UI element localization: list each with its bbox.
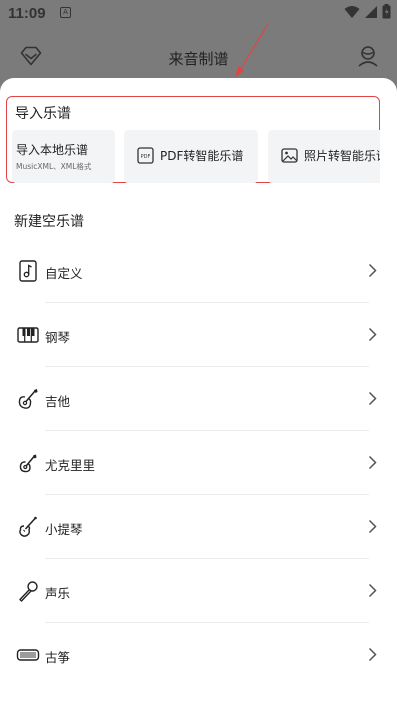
guitar-icon <box>16 387 40 411</box>
ukulele-icon <box>16 451 40 475</box>
chevron-right-icon <box>368 647 377 662</box>
pdf-to-score-card[interactable]: PDF PDF转智能乐谱 <box>124 130 258 183</box>
import-cards: 导入本地乐谱 MusicXML、XML格式 PDF PDF转智能乐谱 照片转智能… <box>12 130 380 183</box>
image-icon <box>281 147 298 168</box>
new-score-item-guzheng[interactable]: 古筝 <box>0 623 397 687</box>
chevron-right-icon <box>368 263 377 278</box>
music-note-icon <box>16 259 40 283</box>
new-score-item-label: 声乐 <box>45 586 71 601</box>
new-score-title: 新建空乐谱 <box>14 214 84 230</box>
new-score-item-label: 自定义 <box>45 266 83 281</box>
import-local-card[interactable]: 导入本地乐谱 MusicXML、XML格式 <box>12 130 115 183</box>
pdf-to-score-label: PDF转智能乐谱 <box>160 149 244 163</box>
microphone-icon <box>16 579 40 603</box>
svg-text:PDF: PDF <box>141 154 151 160</box>
photo-to-score-label: 照片转智能乐谱 <box>304 149 380 163</box>
bottom-sheet: 导入乐谱 导入本地乐谱 MusicXML、XML格式 PDF PDF转智能乐谱 … <box>0 78 397 705</box>
status-time: 11:09 <box>8 5 46 22</box>
new-score-item-label: 古筝 <box>45 650 71 665</box>
signal-icon <box>365 5 377 18</box>
new-score-item-label: 钢琴 <box>45 330 71 345</box>
new-score-item-piano[interactable]: 钢琴 <box>0 303 397 367</box>
new-score-item-guitar[interactable]: 吉他 <box>0 367 397 431</box>
status-bar: 11:09 A <box>0 0 397 28</box>
new-score-item-label: 吉他 <box>45 394 71 409</box>
user-profile-icon[interactable] <box>357 45 379 71</box>
wifi-icon <box>344 5 360 18</box>
new-score-item-custom[interactable]: 自定义 <box>0 239 397 303</box>
new-score-item-label: 尤克里里 <box>45 458 96 473</box>
system-icons <box>344 4 391 19</box>
new-score-item-violin[interactable]: 小提琴 <box>0 495 397 559</box>
import-local-sublabel: MusicXML、XML格式 <box>16 162 92 171</box>
photo-to-score-card[interactable]: 照片转智能乐谱 <box>268 130 380 183</box>
chevron-right-icon <box>368 327 377 342</box>
annotation-arrow <box>235 23 269 77</box>
new-score-item-ukulele[interactable]: 尤克里里 <box>0 431 397 495</box>
import-section: 导入乐谱 导入本地乐谱 MusicXML、XML格式 PDF PDF转智能乐谱 … <box>6 96 380 183</box>
chevron-right-icon <box>368 519 377 534</box>
import-local-label: 导入本地乐谱 <box>16 143 89 157</box>
chevron-right-icon <box>368 583 377 598</box>
pdf-icon: PDF <box>137 147 154 168</box>
chevron-right-icon <box>368 455 377 470</box>
chevron-right-icon <box>368 391 377 406</box>
new-score-item-vocal[interactable]: 声乐 <box>0 559 397 623</box>
piano-icon <box>16 323 40 347</box>
battery-icon <box>382 4 391 19</box>
violin-icon <box>16 515 40 539</box>
page-title: 来音制谱 <box>168 50 229 68</box>
import-section-title: 导入乐谱 <box>15 106 71 122</box>
guzheng-icon <box>16 643 40 667</box>
new-score-item-label: 小提琴 <box>45 522 83 537</box>
sim-icon: A <box>60 7 71 18</box>
